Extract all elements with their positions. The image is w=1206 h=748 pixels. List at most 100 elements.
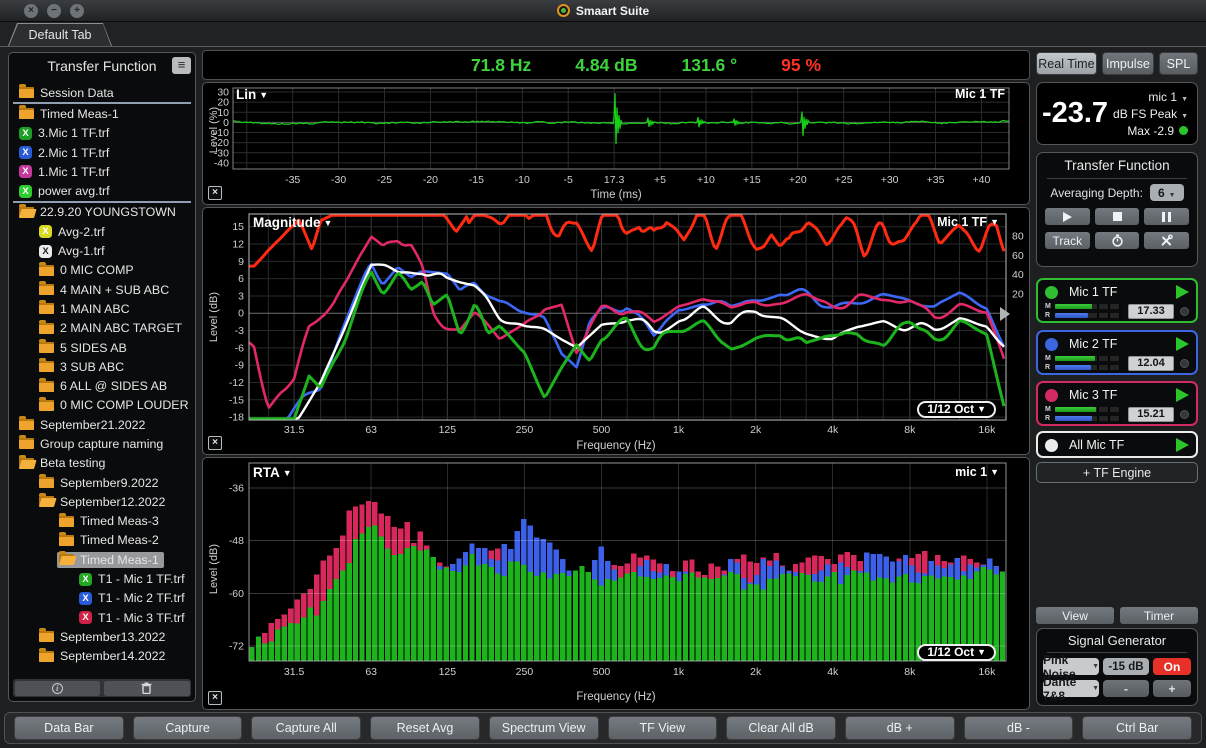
timer-button[interactable]: Timer [1120,607,1198,624]
zoom-window-icon[interactable]: + [70,4,84,18]
tree-item[interactable]: 2 MAIN ABC TARGET [11,319,193,338]
tree-item[interactable]: September21.2022 [11,415,193,434]
command-spectrum-view[interactable]: Spectrum View [488,716,599,740]
tree-item[interactable]: 22.9.20 YOUNGSTOWN [11,203,193,222]
tree-item[interactable]: X T1 - Mic 3 TF.trf [11,608,193,627]
engine-mute-button[interactable] [1180,358,1189,368]
tf-engine-all[interactable]: All Mic TF [1036,431,1198,458]
tree-item[interactable]: 6 ALL @ SIDES AB [11,376,193,395]
mode-button-spl[interactable]: SPL [1158,52,1198,75]
live-ir-close-icon[interactable]: × [208,186,222,200]
hamburger-menu-icon[interactable]: ≡ [172,57,191,74]
tree-item[interactable]: September14.2022 [11,647,193,666]
mode-button-impulse[interactable]: Impulse [1101,52,1154,75]
tree-item[interactable]: 5 SIDES AB [11,338,193,357]
rta-xlabel: Frequency (Hz) [576,691,656,703]
magnitude-close-icon[interactable]: × [208,436,222,450]
tools-button[interactable] [1144,232,1190,249]
command-capture-all[interactable]: Capture All [251,716,362,740]
magnitude-type-dropdown[interactable]: Magnitude [253,215,332,230]
trf-file-icon: X [19,184,32,198]
engine-color-dot [1045,438,1058,452]
tree-item[interactable]: Timed Meas-2 [11,531,193,550]
tree-item[interactable]: 3 SUB ABC [11,357,193,376]
generator-on-button[interactable]: On [1153,658,1191,675]
tree-item[interactable]: Timed Meas-3 [11,512,193,531]
command-db-[interactable]: dB + [844,716,955,740]
generator-level-button[interactable]: -15 dB [1103,658,1149,675]
view-button[interactable]: View [1036,607,1114,624]
tab-default[interactable]: Default Tab [8,23,112,46]
generator-level-down-button[interactable]: - [1103,680,1149,697]
add-tf-engine-button[interactable]: + TF Engine [1036,462,1198,483]
live-ir-trace-label[interactable]: Mic 1 TF [955,87,1005,101]
meter-input-select[interactable]: mic 1 ▼ [1113,90,1188,104]
generator-level-up-button[interactable]: + [1153,680,1191,697]
tree-item[interactable]: September12.2022 [11,492,193,511]
tree-item[interactable]: X T1 - Mic 2 TF.trf [11,589,193,608]
tree-item[interactable]: 4 MAIN + SUB ABC [11,280,193,299]
tf-engine-2[interactable]: Mic 2 TF M R 12.04 [1036,330,1198,375]
command-db-[interactable]: dB - [963,716,1074,740]
tree-item[interactable]: September9.2022 [11,473,193,492]
tree-item[interactable]: X 2.Mic 1 TF.trf [11,143,193,162]
info-button[interactable]: i [14,680,100,696]
tree-item[interactable]: 1 MAIN ABC [11,299,193,318]
tree-item[interactable]: Timed Meas-1 [11,550,193,569]
tree-item[interactable]: X Avg-2.trf [11,222,193,241]
folder-icon [39,647,54,662]
engine-play-icon[interactable] [1176,285,1189,299]
folder-icon [39,261,54,276]
close-window-icon[interactable]: × [24,4,38,18]
tree-item[interactable]: Group capture naming [11,434,193,453]
minimize-window-icon[interactable]: − [47,4,61,18]
tree-item[interactable]: Timed Meas-1 [11,104,193,123]
tree-item[interactable]: Xpower avg.trf [11,181,193,200]
tree-item[interactable]: September13.2022 [11,627,193,646]
tree-item[interactable]: 0 MIC COMP [11,261,193,280]
r-meter [1055,313,1121,318]
tree-item[interactable]: X 1.Mic 1 TF.trf [11,162,193,181]
rta-octave-dropdown[interactable]: 1/12 Oct [917,644,996,661]
magnitude-zero-handle[interactable] [1000,307,1010,321]
tf-engine-3[interactable]: Mic 3 TF M R 15.21 [1036,381,1198,426]
magnitude-trace-dropdown[interactable]: Mic 1 TF [937,215,999,229]
tf-engine-1[interactable]: Mic 1 TF M R 17.33 [1036,278,1198,323]
tree-item[interactable]: Session Data [11,83,193,102]
delay-timer-button[interactable] [1094,232,1140,249]
engine-play-icon[interactable] [1176,337,1189,351]
track-button[interactable]: Track [1045,232,1090,249]
tree-item[interactable]: X T1 - Mic 1 TF.trf [11,569,193,588]
live-ir-type-dropdown[interactable]: Lin [236,87,268,102]
averaging-depth-select[interactable]: 6 ▼ [1149,184,1184,201]
stop-button[interactable] [1094,208,1140,225]
tree-item-label: September12.2022 [60,494,166,509]
play-button[interactable] [1045,208,1090,225]
magnitude-octave-dropdown[interactable]: 1/12 Oct [917,401,996,418]
mode-button-real-time[interactable]: Real Time [1036,52,1097,75]
pause-button[interactable] [1144,208,1190,225]
engine-play-icon[interactable] [1176,388,1189,402]
delete-button[interactable] [104,680,190,696]
command-capture[interactable]: Capture [132,716,243,740]
generator-output-select[interactable]: Dante 7&8 ▼ [1043,675,1099,703]
tree-item[interactable]: X 3.Mic 1 TF.trf [11,124,193,143]
command-tf-view[interactable]: TF View [607,716,718,740]
command-clear-all-db[interactable]: Clear All dB [726,716,836,740]
rta-trace-dropdown[interactable]: mic 1 [955,465,999,479]
rta-close-icon[interactable]: × [208,691,222,705]
command-data-bar[interactable]: Data Bar [14,716,124,740]
engine-color-dot [1045,285,1058,299]
tree-item[interactable]: Beta testing [11,454,193,473]
engine-mute-button[interactable] [1180,306,1189,316]
command-reset-avg[interactable]: Reset Avg [370,716,480,740]
meter-unit-select[interactable]: dB FS Peak ▼ [1113,107,1188,121]
engine-play-icon[interactable] [1176,438,1189,452]
generator-source-select[interactable]: Pink Noise ▼ [1043,653,1099,681]
title-bar: × − + Smaart Suite [0,0,1206,22]
command-ctrl-bar[interactable]: Ctrl Bar [1082,716,1193,740]
rta-type-dropdown[interactable]: RTA [253,465,292,480]
engine-mute-button[interactable] [1180,409,1189,419]
tree-item[interactable]: 0 MIC COMP LOUDER [11,396,193,415]
tree-item[interactable]: X Avg-1.trf [11,241,193,260]
